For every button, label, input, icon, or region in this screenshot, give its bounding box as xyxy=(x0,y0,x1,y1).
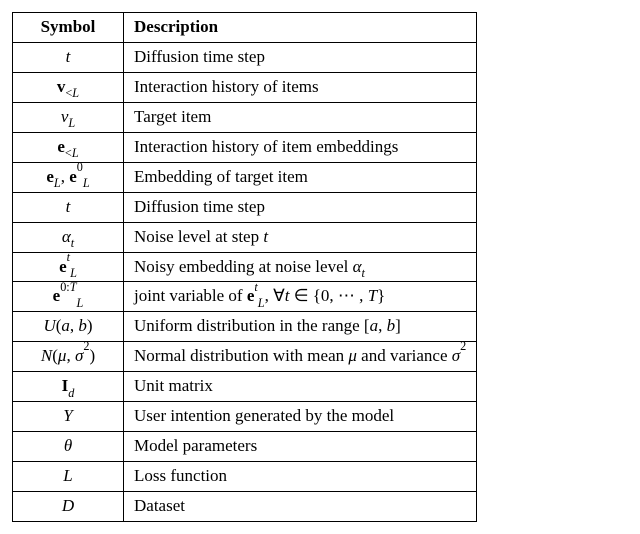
symbol-cell: N(μ, σ2) xyxy=(13,342,124,372)
symbol-cell: θ xyxy=(13,432,124,462)
description-cell: User intention generated by the model xyxy=(124,402,477,432)
table-row: U(a, b)Uniform distribution in the range… xyxy=(13,312,477,342)
table-row: e0:TLjoint variable of etL, ∀t ∈ {0, ⋯ ,… xyxy=(13,282,477,312)
table-row: αtNoise level at step t xyxy=(13,222,477,252)
description-cell: Noise level at step t xyxy=(124,222,477,252)
description-cell: Dataset xyxy=(124,492,477,522)
table-row: θModel parameters xyxy=(13,432,477,462)
symbol-cell: v<L xyxy=(13,72,124,102)
description-cell: Model parameters xyxy=(124,432,477,462)
description-cell: Noisy embedding at noise level αt xyxy=(124,252,477,282)
description-cell: Target item xyxy=(124,102,477,132)
description-cell: Interaction history of items xyxy=(124,72,477,102)
description-cell: Diffusion time step xyxy=(124,42,477,72)
table-row: DDataset xyxy=(13,492,477,522)
symbol-cell: vL xyxy=(13,102,124,132)
notation-table: Symbol Description tDiffusion time stepv… xyxy=(12,12,477,522)
table-row: tDiffusion time step xyxy=(13,42,477,72)
description-cell: Unit matrix xyxy=(124,372,477,402)
description-cell: Interaction history of item embeddings xyxy=(124,132,477,162)
symbol-cell: eL, e0L xyxy=(13,162,124,192)
description-cell: Embedding of target item xyxy=(124,162,477,192)
description-cell: Uniform distribution in the range [a, b] xyxy=(124,312,477,342)
symbol-cell: D xyxy=(13,492,124,522)
table-header-row: Symbol Description xyxy=(13,13,477,43)
description-cell: Normal distribution with mean μ and vari… xyxy=(124,342,477,372)
symbol-cell: etL xyxy=(13,252,124,282)
table-row: v<LInteraction history of items xyxy=(13,72,477,102)
symbol-cell: t xyxy=(13,42,124,72)
description-cell: Diffusion time step xyxy=(124,192,477,222)
symbol-cell: Y xyxy=(13,402,124,432)
symbol-cell: Id xyxy=(13,372,124,402)
table-row: tDiffusion time step xyxy=(13,192,477,222)
symbol-cell: e<L xyxy=(13,132,124,162)
description-cell: joint variable of etL, ∀t ∈ {0, ⋯ , T} xyxy=(124,282,477,312)
table-row: LLoss function xyxy=(13,462,477,492)
header-symbol: Symbol xyxy=(13,13,124,43)
table-row: eL, e0LEmbedding of target item xyxy=(13,162,477,192)
table-row: IdUnit matrix xyxy=(13,372,477,402)
symbol-cell: L xyxy=(13,462,124,492)
header-description: Description xyxy=(124,13,477,43)
table-row: e<LInteraction history of item embedding… xyxy=(13,132,477,162)
symbol-cell: αt xyxy=(13,222,124,252)
description-cell: Loss function xyxy=(124,462,477,492)
table-row: N(μ, σ2)Normal distribution with mean μ … xyxy=(13,342,477,372)
table-row: etLNoisy embedding at noise level αt xyxy=(13,252,477,282)
table-row: YUser intention generated by the model xyxy=(13,402,477,432)
symbol-cell: e0:TL xyxy=(13,282,124,312)
symbol-cell: U(a, b) xyxy=(13,312,124,342)
table-row: vLTarget item xyxy=(13,102,477,132)
symbol-cell: t xyxy=(13,192,124,222)
